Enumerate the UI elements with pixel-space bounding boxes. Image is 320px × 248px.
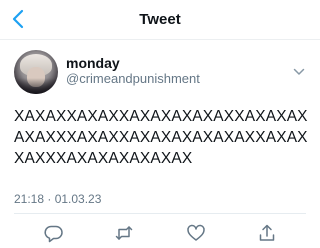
tweet-timestamp[interactable]: 21:18 · 01.03.23 bbox=[14, 192, 101, 206]
tweet-menu-button[interactable] bbox=[293, 64, 305, 75]
reply-button[interactable] bbox=[44, 223, 64, 243]
avatar[interactable] bbox=[14, 50, 58, 94]
action-bar bbox=[0, 219, 320, 245]
page-title: Tweet bbox=[139, 11, 181, 28]
reply-icon bbox=[44, 225, 63, 243]
retweet-button[interactable] bbox=[114, 223, 134, 243]
divider bbox=[14, 213, 306, 214]
author-display-name[interactable]: monday bbox=[66, 55, 120, 71]
retweet-icon bbox=[115, 226, 133, 240]
share-button[interactable] bbox=[257, 223, 277, 243]
tweet-text: XAXAXXAXAXXAXAXAXAXAXXAXAXAXAXAXXXAXAXXA… bbox=[14, 108, 308, 167]
like-button[interactable] bbox=[186, 223, 206, 243]
chevron-down-icon bbox=[293, 68, 305, 75]
share-icon bbox=[259, 224, 275, 241]
top-bar: Tweet bbox=[0, 0, 320, 40]
author-handle[interactable]: @crimeandpunishment bbox=[66, 71, 200, 86]
heart-icon bbox=[187, 224, 205, 241]
